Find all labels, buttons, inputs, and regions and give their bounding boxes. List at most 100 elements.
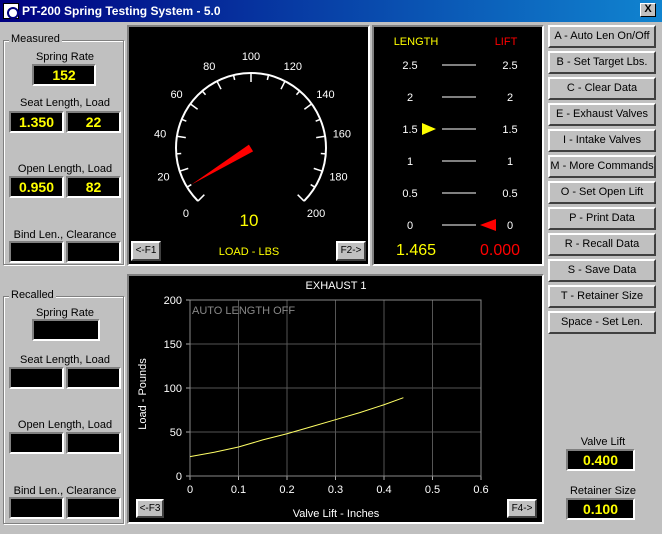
command-button[interactable]: M - More Commands [548,155,656,178]
length-header: LENGTH [394,36,439,48]
valve-lift-value: 0.400 [566,449,635,471]
command-button[interactable]: E - Exhaust Valves [548,103,656,126]
x-tick-label: 0.4 [376,484,391,496]
series-line [189,397,404,458]
f2-button[interactable]: F2-> [336,241,366,261]
measured-open-load: 82 [66,176,121,198]
y-tick-label: 50 [170,427,182,439]
recalled-seat-length [9,367,64,389]
command-button[interactable]: A - Auto Len On/Off [548,25,656,48]
command-button[interactable]: S - Save Data [548,259,656,282]
length-lift-panel: LENGTH LIFT 2.5 2.5 2 2 1.5 1.5 1 1 0.5 0.5 0 0 1.4… [372,25,544,266]
lift-tick-label: 1.5 [502,124,517,136]
load-gauge: 0 20 40 60 80 100 120 140 160 180 200 10 LOAD - LB… [154,51,351,258]
command-button[interactable]: C - Clear Data [548,77,656,100]
lift-tick-label: 0 [507,220,513,232]
length-lift-scale: LENGTH LIFT 2.5 2.5 2 2 1.5 1.5 1 1 0.5 0.5 0 0 1.4… [394,36,520,259]
recalled-spring-rate-label: Spring Rate [35,307,95,319]
command-button[interactable]: B - Set Target Lbs. [548,51,656,74]
command-button[interactable]: Space - Set Len. [548,311,656,334]
lift-tick-label: 1 [507,156,513,168]
lift-tick-label: 2.5 [502,60,517,72]
lift-tick-label: 0.5 [502,188,517,200]
gauge-tick [280,80,286,90]
f3-button[interactable]: <-F3 [136,499,164,518]
measured-seat-label: Seat Length, Load [20,97,110,109]
gauge-tick [315,118,321,122]
length-tick-label: 2 [407,92,413,104]
gauge-tick-label: 20 [157,171,169,183]
gauge-tick-label: 60 [170,89,182,101]
lift-tick-label: 2 [507,92,513,104]
gauge-tick [303,103,313,110]
recalled-bind-label: Bind Len., Clearance [13,485,117,497]
gauge-tick [232,74,236,81]
measured-bind-label: Bind Len., Clearance [13,229,117,241]
chart-title: EXHAUST 1 [306,280,367,292]
x-tick-label: 0.5 [425,484,440,496]
recalled-seat-load [66,367,121,389]
window-title: PT-200 Spring Testing System - 5.0 [22,4,221,18]
recalled-bind-clearance [66,497,121,519]
y-tick-label: 100 [164,383,182,395]
measured-bind-clearance [66,241,121,263]
recalled-spring-rate-value [32,319,100,341]
load-lift-chart: EXHAUST 1 AUTO LENGTH OFF 0 0.1 0.2 0.3 0.4 0… [137,280,489,520]
close-button[interactable]: X [640,3,656,17]
measured-open-label: Open Length, Load [17,163,113,175]
gauge-tick-label: 180 [329,171,347,183]
y-tick-label: 200 [164,295,182,307]
gauge-tick-label: 40 [154,129,166,141]
command-button[interactable]: R - Recall Data [548,233,656,256]
gauge-needle [191,144,254,185]
gauge-tick [266,74,270,81]
recalled-seat-label: Seat Length, Load [20,354,110,366]
command-button[interactable]: T - Retainer Size [548,285,656,308]
measured-spring-rate-label: Spring Rate [35,51,95,63]
y-tick-label: 0 [176,471,182,483]
gauge-tick [181,118,187,122]
x-tick-labels: 0 0.1 0.2 0.3 0.4 0.5 0.6 [187,484,489,496]
gauge-arc [175,72,327,202]
app-icon[interactable] [3,3,19,19]
gauge-unit-label: LOAD - LBS [219,246,280,258]
gauge-tick-label: 160 [333,129,351,141]
command-button[interactable]: I - Intake Valves [548,129,656,152]
lift-value: 0.000 [480,242,520,259]
recalled-open-length [9,432,64,454]
gauge-tick [201,90,207,96]
gauge-tick-label: 0 [183,208,189,220]
x-tick-label: 0.3 [328,484,343,496]
gauge-value: 10 [240,211,259,230]
gauge-tick-label: 100 [242,51,260,63]
y-axis-label: Load - Pounds [137,358,149,430]
lift-header: LIFT [495,36,518,48]
scale-rows: 2.5 2.5 2 2 1.5 1.5 1 1 0.5 0.5 0 0 [402,60,517,232]
recalled-bind-length [9,497,64,519]
x-tick-label: 0.1 [231,484,246,496]
command-button[interactable]: O - Set Open Lift [548,181,656,204]
retainer-size-label: Retainer Size [569,485,637,497]
x-axis-label: Valve Lift - Inches [293,508,380,520]
gauge-tick-label: 80 [203,61,215,73]
gauge-tick [313,167,323,172]
chart-grid [186,299,482,480]
f1-button[interactable]: <-F1 [131,241,161,261]
measured-seat-length: 1.350 [9,111,64,133]
load-gauge-panel: 0 20 40 60 80 100 120 140 160 180 200 10 LOAD - LB… [127,25,370,266]
y-tick-label: 150 [164,339,182,351]
gauge-tick [197,194,205,202]
gauge-tick [179,167,189,172]
x-tick-label: 0.2 [279,484,294,496]
gauge-tick [216,80,222,90]
valve-lift-label: Valve Lift [580,436,626,448]
command-button[interactable]: P - Print Data [548,207,656,230]
title-bar: PT-200 Spring Testing System - 5.0 X [0,0,662,22]
length-tick-label: 1 [407,156,413,168]
gauge-tick [176,135,186,139]
gauge-tick [295,90,301,96]
recalled-group-label: Recalled [9,289,56,301]
f4-button[interactable]: F4-> [507,499,537,518]
x-tick-label: 0.6 [473,484,488,496]
chart-status: AUTO LENGTH OFF [192,305,295,317]
